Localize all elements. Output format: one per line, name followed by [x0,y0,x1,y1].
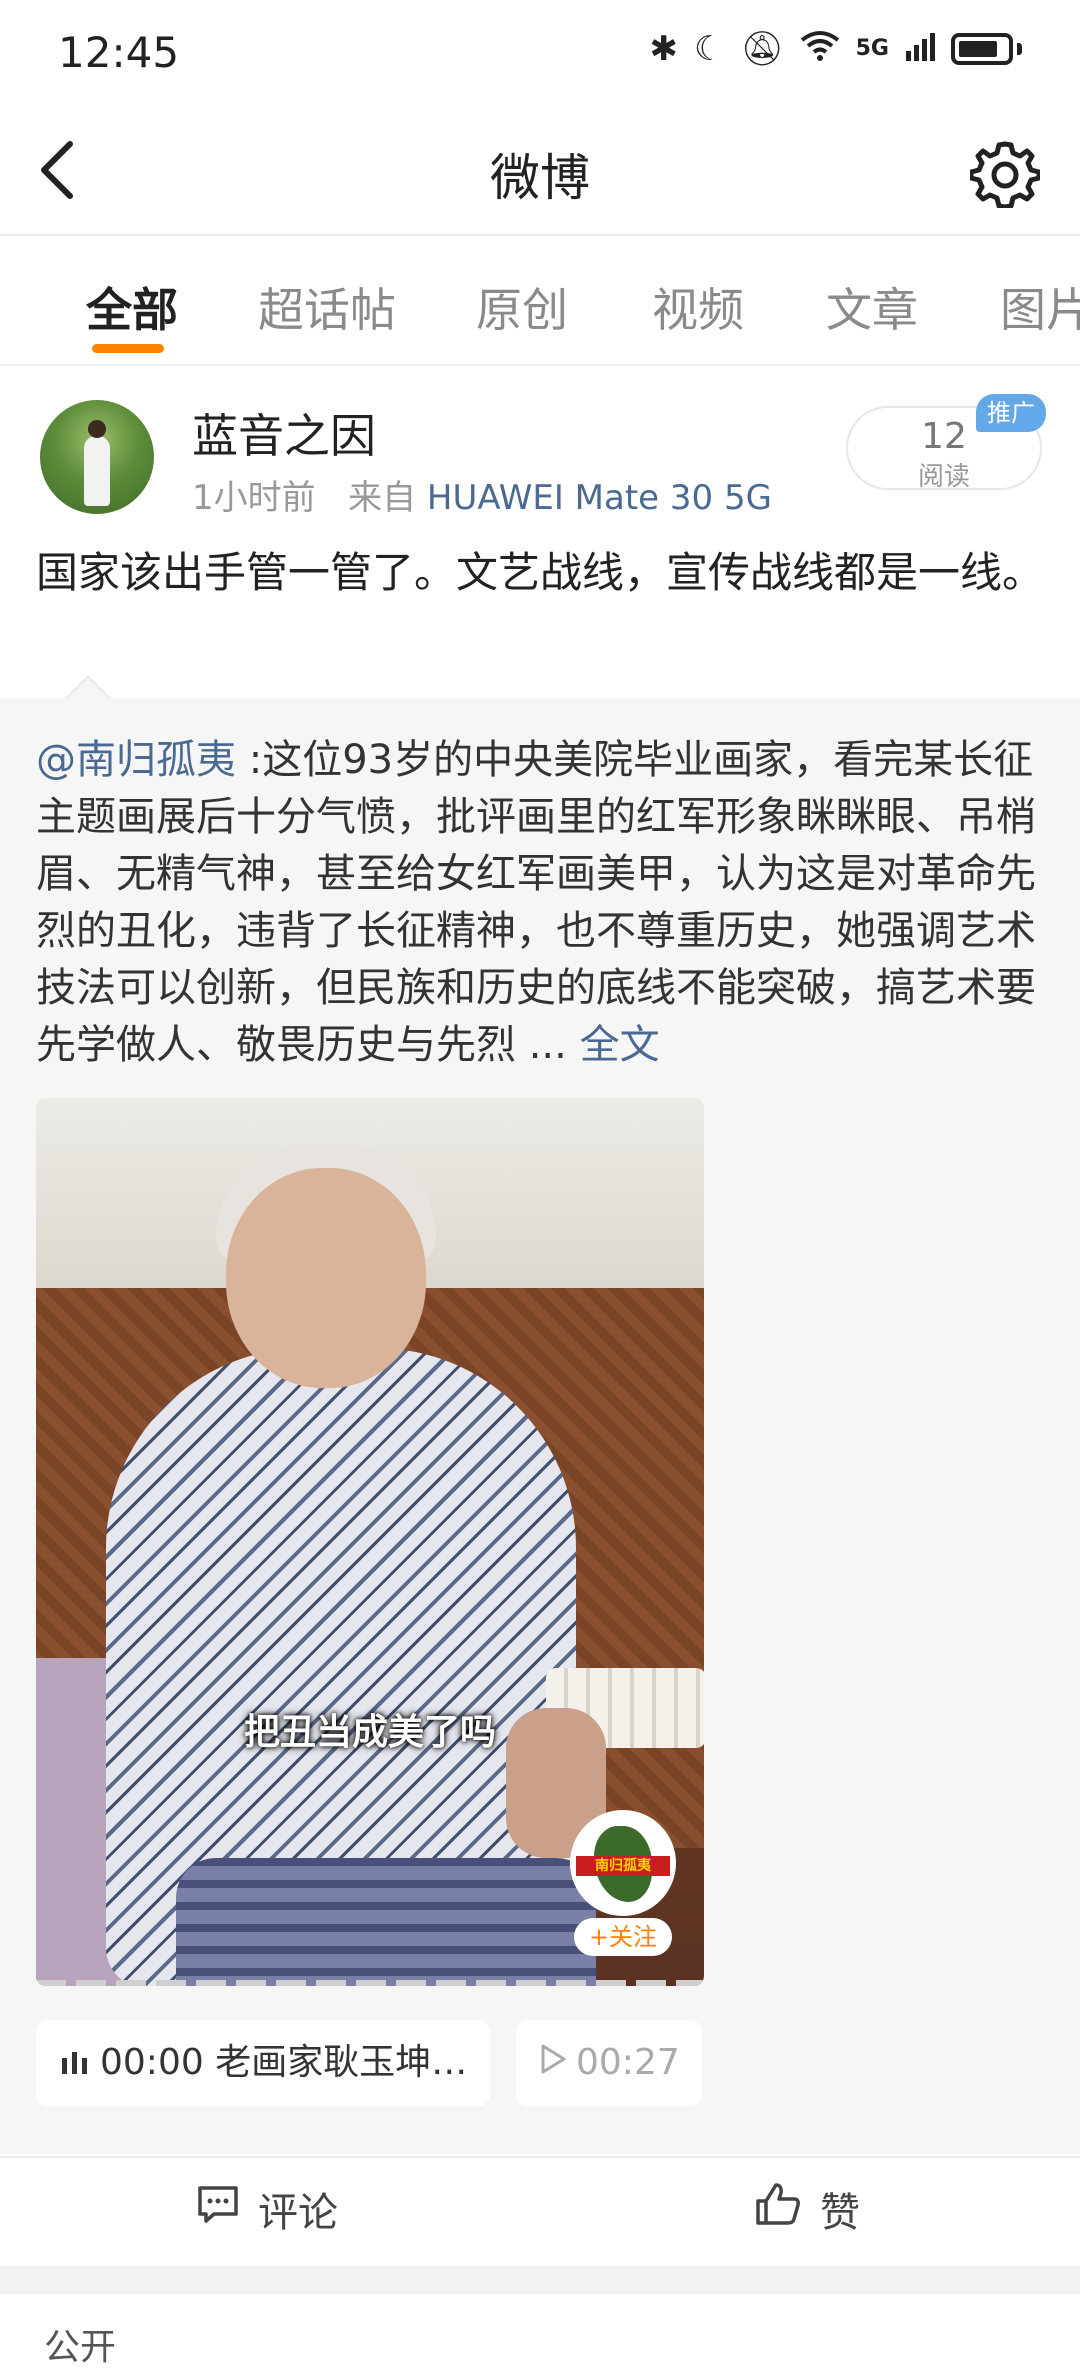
repost-mention[interactable]: @南归孤夷 [36,737,236,783]
play-icon [540,2020,566,2106]
gear-icon[interactable] [968,138,1042,210]
video-subtitle: 把丑当成美了吗 [243,1712,496,1753]
post-text[interactable]: 国家该出手管一管了。文艺战线，宣传战线都是一线。 [36,540,1046,606]
5g-signal-icon: 5G [855,36,889,61]
audio-time-next: 00:27 [576,2042,680,2083]
moon-icon: ☾ [693,29,725,69]
active-tab-indicator [92,344,164,353]
video-thumbnail[interactable]: 把丑当成美了吗 南归孤夷 +关注 [36,1098,704,1986]
wifi-icon [800,30,840,68]
post-source-prefix: 来自 [348,478,417,518]
tab-all[interactable]: 全部 [86,274,178,340]
channel-logo[interactable]: 南归孤夷 [570,1810,676,1916]
post-device[interactable]: HUAWEI Mate 30 5G [427,478,772,518]
filter-tabs: 全部 超话帖 原创 视频 文章 图片 [0,236,1080,364]
audio-chip[interactable]: 00:00 老画家耿玉坤… [36,2020,490,2106]
full-text-link[interactable]: 全文 [580,1022,660,1068]
page-title: 微博 [490,149,590,207]
read-label: 阅读 [917,462,970,492]
video-person-face [226,1168,426,1388]
post-meta: 1小时前 来自 HUAWEI Mate 30 5G [192,470,772,519]
tab-topic-posts[interactable]: 超话帖 [258,274,396,340]
tab-video[interactable]: 视频 [652,274,744,340]
thumbs-up-icon [754,2181,802,2237]
audio-bars-icon [60,2020,90,2106]
avatar[interactable] [40,400,154,514]
comment-icon [196,2184,240,2234]
username[interactable]: 蓝音之因 [192,400,376,466]
video-person-legs [176,1858,596,1986]
signal-bars-icon [905,31,935,67]
next-card-text: 公开 [44,2327,117,2368]
like-label: 赞 [820,2190,860,2236]
tabs-divider [0,364,1080,366]
avatar-figure [84,436,110,506]
tab-article[interactable]: 文章 [826,274,918,340]
audio-chip-next[interactable]: 00:27 [516,2020,702,2106]
promo-badge: 推广 [976,394,1046,432]
comment-button[interactable]: 评论 [196,2180,338,2238]
repost-text[interactable]: @南归孤夷 :这位93岁的中央美院毕业画家，看完某长征主题画展后十分气愤，批评画… [36,732,1048,1074]
channel-logo-text: 南归孤夷 [576,1856,670,1876]
follow-button[interactable]: +关注 [574,1918,672,1956]
status-icons: ✱ ☾ 🔕︎ 5G [649,30,1022,68]
post-time: 1小时前 [192,478,316,518]
tab-images[interactable]: 图片 [1000,274,1080,340]
repost-body: :这位93岁的中央美院毕业画家，看完某长征主题画展后十分气愤，批评画里的红军形象… [36,737,1036,1068]
audio-time: 00:00 [100,2042,204,2083]
status-time: 12:45 [58,28,180,77]
bluetooth-icon: ✱ [649,29,678,69]
audio-title: 老画家耿玉坤… [215,2042,468,2083]
video-progress [36,1980,704,1986]
next-card[interactable] [0,2294,1080,2340]
action-bar: 评论 赞 [0,2156,1080,2268]
like-button[interactable]: 赞 [754,2180,860,2238]
comment-label: 评论 [258,2190,338,2236]
card-separator [0,2266,1080,2294]
mute-icon: 🔕︎ [740,29,784,69]
battery-tip [1017,43,1022,55]
avatar-head [88,420,106,438]
battery-icon [951,33,1013,65]
tab-original[interactable]: 原创 [476,274,568,340]
